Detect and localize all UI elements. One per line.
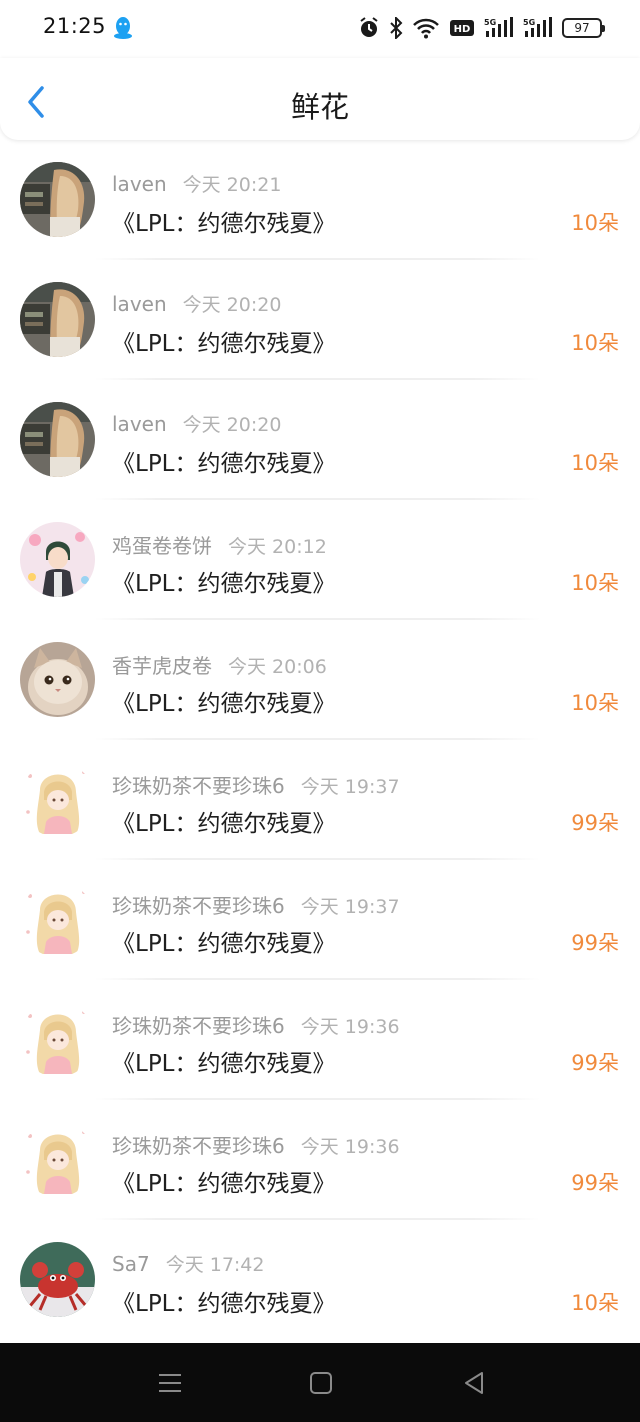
timestamp: 今天 19:37 [300, 776, 400, 798]
avatar[interactable] [20, 162, 95, 237]
avatar[interactable] [20, 282, 95, 357]
username: laven [112, 172, 167, 196]
timestamp: 今天 20:20 [182, 294, 282, 316]
timestamp: 今天 17:42 [165, 1254, 265, 1276]
svg-text:5G: 5G [484, 18, 496, 27]
username: 香芋虎皮卷 [112, 654, 212, 678]
home-icon[interactable] [306, 1369, 336, 1397]
item-meta: laven 今天 20:20 [112, 410, 281, 437]
signal-5g-icon: 5G [523, 17, 552, 37]
timestamp: 今天 20:20 [182, 414, 282, 436]
wifi-icon [413, 18, 439, 39]
flower-count: 10朵 [571, 1291, 619, 1315]
work-title: 《LPL：约德尔残夏》 [112, 211, 336, 237]
alarm-icon [360, 17, 378, 37]
work-title: 《LPL：约德尔残夏》 [112, 1171, 336, 1197]
item-meta: 珍珠奶茶不要珍珠6 今天 19:37 [112, 770, 400, 799]
list-item[interactable]: laven 今天 20:20 《LPL：约德尔残夏》 10朵 [0, 260, 640, 380]
item-meta: 珍珠奶茶不要珍珠6 今天 19:37 [112, 890, 400, 919]
item-meta: laven 今天 20:21 [112, 170, 281, 197]
flower-count: 10朵 [571, 571, 619, 595]
flower-count: 99朵 [571, 811, 619, 835]
username: laven [112, 412, 167, 436]
status-bar: 21:25 HD 5G 5G 97 [0, 0, 640, 58]
username: 珍珠奶茶不要珍珠6 [112, 774, 285, 798]
item-meta: 香芋虎皮卷 今天 20:06 [112, 650, 327, 679]
avatar[interactable] [20, 642, 95, 717]
list-item[interactable]: Sa7 今天 17:42 《LPL：约德尔残夏》 10朵 [0, 1220, 640, 1340]
flower-count: 99朵 [571, 1171, 619, 1195]
signal-5g-icon: 5G [484, 17, 513, 37]
timestamp: 今天 19:36 [300, 1136, 400, 1158]
timestamp: 今天 20:12 [228, 536, 327, 558]
list-item[interactable]: 香芋虎皮卷 今天 20:06 《LPL：约德尔残夏》 10朵 [0, 620, 640, 740]
username: 珍珠奶茶不要珍珠6 [112, 1014, 285, 1038]
svg-text:HD: HD [454, 24, 471, 35]
work-title: 《LPL：约德尔残夏》 [112, 691, 336, 717]
timestamp: 今天 19:37 [300, 896, 400, 918]
work-title: 《LPL：约德尔残夏》 [112, 931, 336, 957]
system-navbar [0, 1343, 640, 1422]
avatar[interactable] [20, 1002, 95, 1077]
avatar[interactable] [20, 522, 95, 597]
flower-count: 10朵 [571, 691, 619, 715]
battery-indicator: 97 [562, 18, 605, 38]
item-meta: 珍珠奶茶不要珍珠6 今天 19:36 [112, 1010, 400, 1039]
list-item[interactable]: 珍珠奶茶不要珍珠6 今天 19:36 《LPL：约德尔残夏》 99朵 [0, 980, 640, 1100]
avatar[interactable] [20, 882, 95, 957]
flower-count: 99朵 [571, 931, 619, 955]
status-time: 21:25 [43, 14, 107, 38]
list-item[interactable]: laven 今天 20:21 《LPL：约德尔残夏》 10朵 [0, 140, 640, 260]
item-meta: Sa7 今天 17:42 [112, 1250, 264, 1277]
flower-count: 10朵 [571, 331, 619, 355]
work-title: 《LPL：约德尔残夏》 [112, 571, 336, 597]
username: laven [112, 292, 167, 316]
header: 鲜花 [0, 58, 640, 140]
work-title: 《LPL：约德尔残夏》 [112, 331, 336, 357]
avatar[interactable] [20, 1242, 95, 1317]
flower-count: 10朵 [571, 211, 619, 235]
timestamp: 今天 20:21 [182, 174, 282, 196]
item-meta: 鸡蛋卷卷饼 今天 20:12 [112, 530, 327, 559]
page-title: 鲜花 [290, 90, 349, 124]
qq-icon [114, 17, 132, 39]
avatar[interactable] [20, 762, 95, 837]
item-meta: 珍珠奶茶不要珍珠6 今天 19:36 [112, 1130, 400, 1159]
username: 珍珠奶茶不要珍珠6 [112, 1134, 285, 1158]
timestamp: 今天 20:06 [228, 656, 327, 678]
list-item[interactable]: 珍珠奶茶不要珍珠6 今天 19:37 《LPL：约德尔残夏》 99朵 [0, 860, 640, 980]
work-title: 《LPL：约德尔残夏》 [112, 451, 336, 477]
menu-icon[interactable] [155, 1369, 185, 1397]
username: 鸡蛋卷卷饼 [112, 534, 212, 558]
work-title: 《LPL：约德尔残夏》 [112, 1051, 336, 1077]
bluetooth-icon [390, 17, 403, 39]
avatar[interactable] [20, 402, 95, 477]
back-triangle-icon[interactable] [460, 1369, 490, 1397]
list-item[interactable]: 珍珠奶茶不要珍珠6 今天 19:37 《LPL：约德尔残夏》 99朵 [0, 740, 640, 860]
timestamp: 今天 19:36 [300, 1016, 400, 1038]
work-title: 《LPL：约德尔残夏》 [112, 1291, 336, 1317]
flower-list: laven 今天 20:21 《LPL：约德尔残夏》 10朵 laven 今天 20… [0, 140, 640, 1340]
work-title: 《LPL：约德尔残夏》 [112, 811, 336, 837]
list-item[interactable]: 鸡蛋卷卷饼 今天 20:12 《LPL：约德尔残夏》 10朵 [0, 500, 640, 620]
item-meta: laven 今天 20:20 [112, 290, 281, 317]
username: Sa7 [112, 1252, 150, 1276]
status-icons: HD 5G 5G 97 [358, 14, 605, 42]
flower-count: 10朵 [571, 451, 619, 475]
username: 珍珠奶茶不要珍珠6 [112, 894, 285, 918]
flower-count: 99朵 [571, 1051, 619, 1075]
list-item[interactable]: laven 今天 20:20 《LPL：约德尔残夏》 10朵 [0, 380, 640, 500]
list-item[interactable]: 珍珠奶茶不要珍珠6 今天 19:36 《LPL：约德尔残夏》 99朵 [0, 1100, 640, 1220]
hd-icon: HD [450, 20, 474, 36]
svg-text:5G: 5G [523, 18, 535, 27]
avatar[interactable] [20, 1122, 95, 1197]
